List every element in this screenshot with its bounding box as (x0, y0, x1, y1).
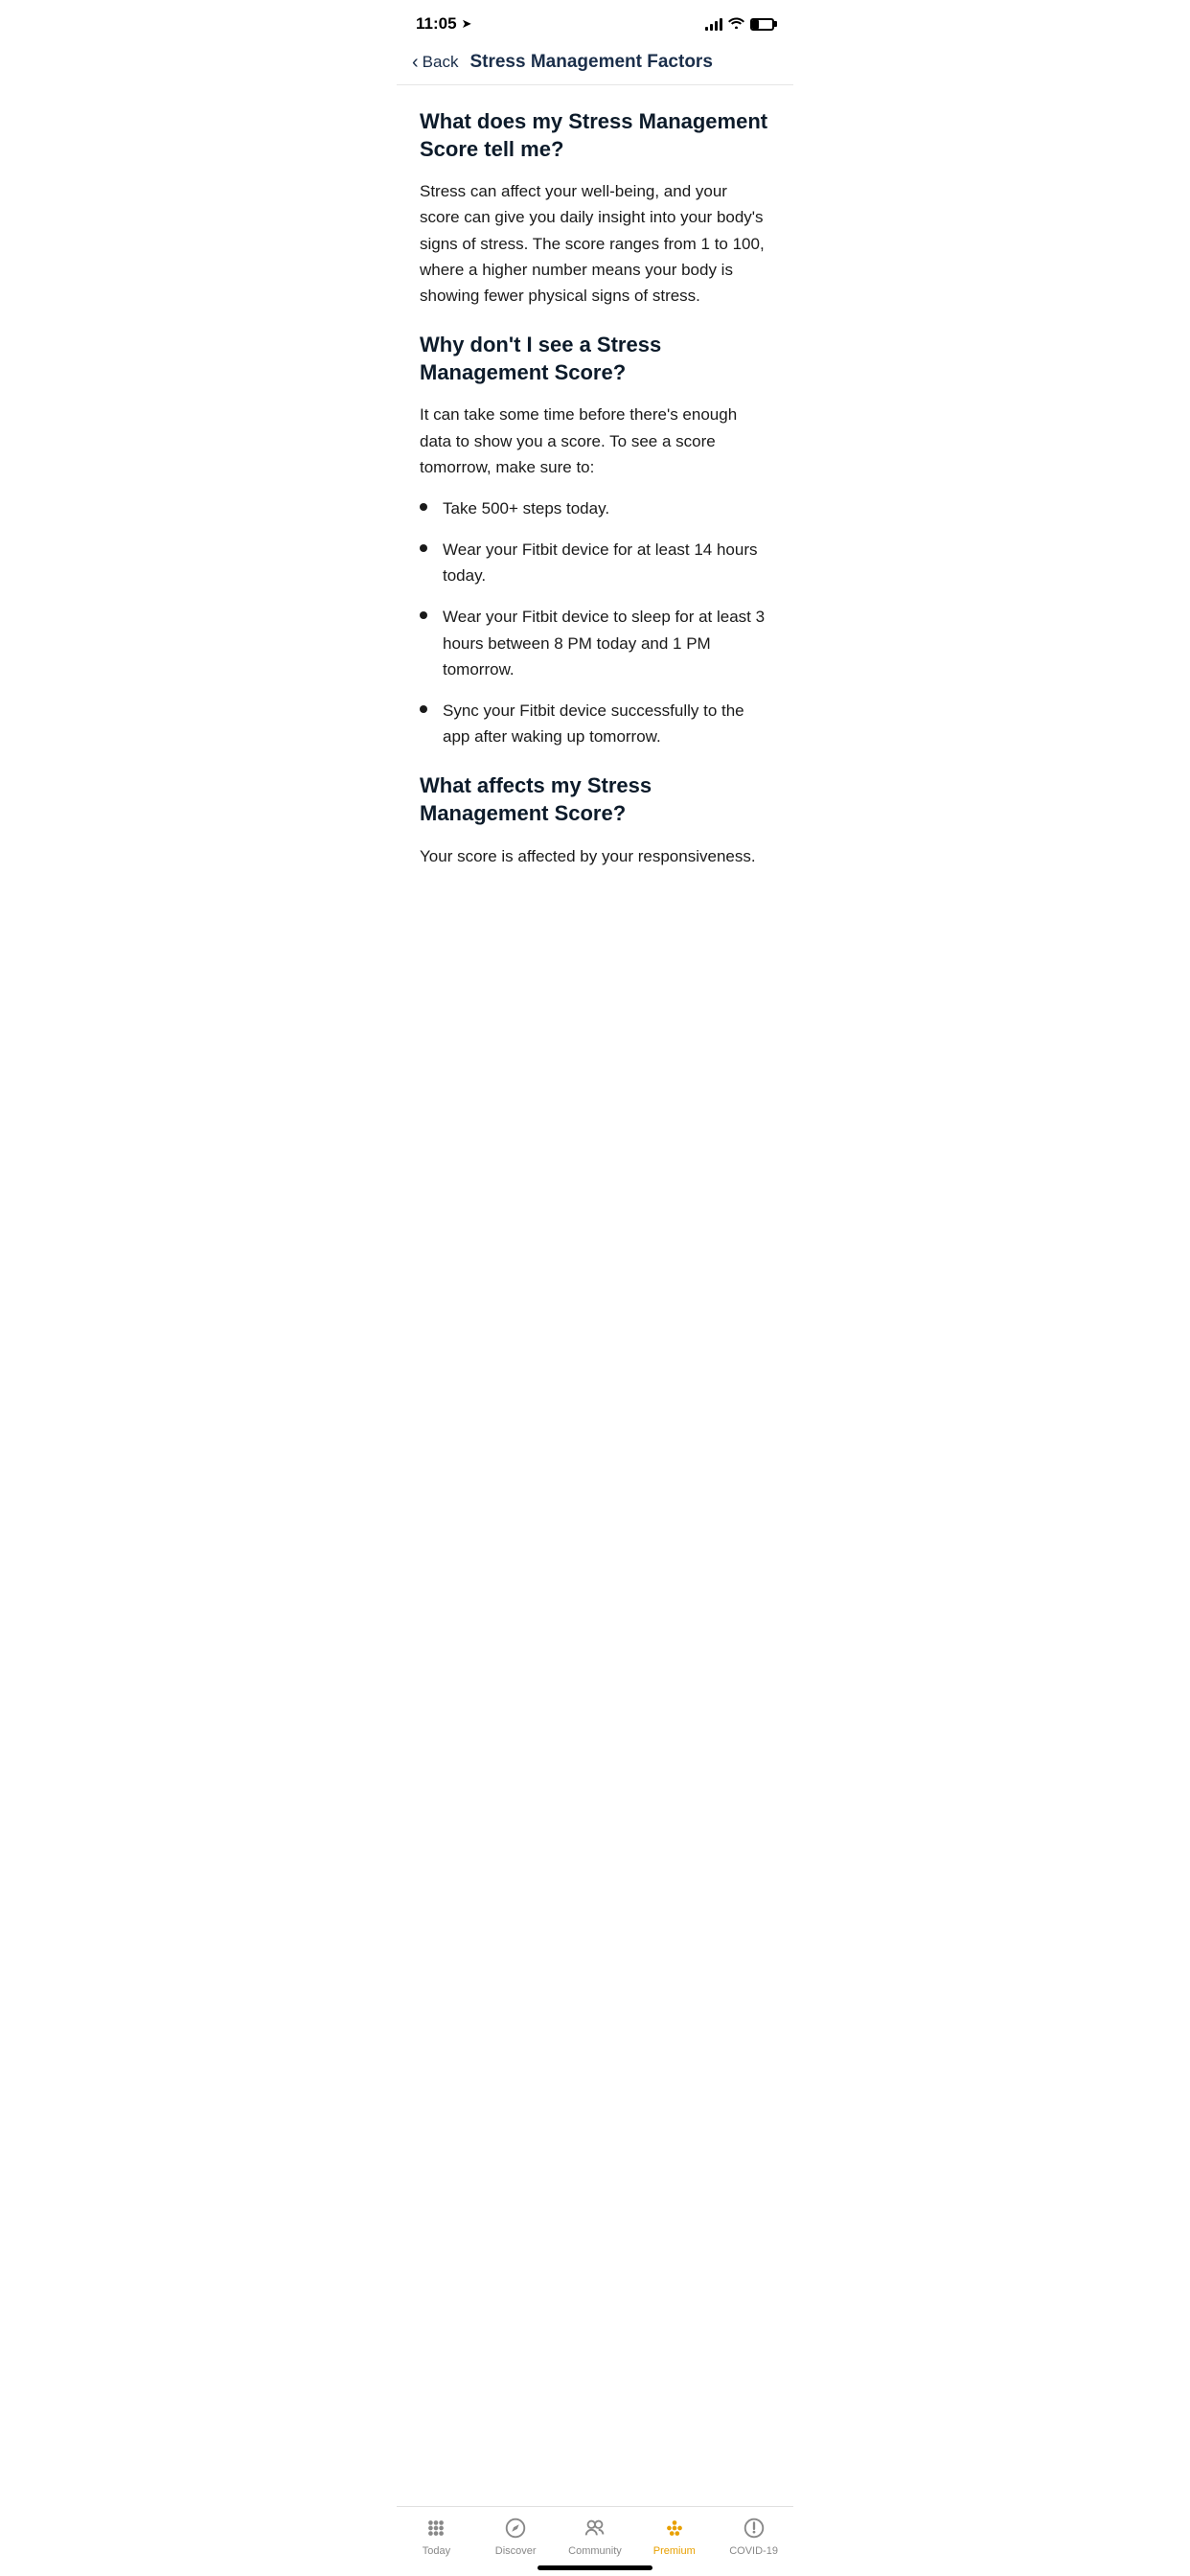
section3-truncated: Your score is affected by your responsiv… (420, 843, 770, 869)
tab-discover-label: Discover (495, 2545, 537, 2557)
bullet-text: Wear your Fitbit device for at least 14 … (443, 537, 770, 588)
bullet-list: Take 500+ steps today. Wear your Fitbit … (420, 495, 770, 750)
section1-heading: What does my Stress Management Score tel… (420, 108, 770, 163)
section3-heading: What affects my Stress Management Score? (420, 772, 770, 827)
back-button[interactable]: ‹ Back (412, 53, 458, 72)
bullet-text: Take 500+ steps today. (443, 495, 609, 521)
section1-body: Stress can affect your well-being, and y… (420, 178, 770, 309)
tab-discover[interactable]: Discover (476, 2515, 556, 2557)
section2-heading: Why don't I see a Stress Management Scor… (420, 332, 770, 386)
home-indicator (538, 2565, 652, 2570)
bullet-dot (420, 544, 427, 552)
community-icon (582, 2515, 608, 2542)
tab-community[interactable]: Community (556, 2515, 635, 2557)
list-item: Take 500+ steps today. (420, 495, 770, 521)
section2-body: It can take some time before there's eno… (420, 402, 770, 480)
wifi-icon (728, 16, 744, 33)
list-item: Wear your Fitbit device to sleep for at … (420, 604, 770, 682)
list-item: Wear your Fitbit device for at least 14 … (420, 537, 770, 588)
location-icon: ➤ (462, 16, 472, 32)
tab-covid-label: COVID-19 (729, 2545, 778, 2557)
status-icons (705, 16, 774, 33)
battery-icon (750, 18, 774, 31)
back-label: Back (423, 53, 459, 72)
back-chevron-icon: ‹ (412, 53, 419, 72)
tab-premium[interactable]: Premium (634, 2515, 714, 2557)
discover-icon (502, 2515, 529, 2542)
tab-today[interactable]: Today (397, 2515, 476, 2557)
tab-today-label: Today (423, 2545, 450, 2557)
bullet-text: Wear your Fitbit device to sleep for at … (443, 604, 770, 682)
tab-community-label: Community (568, 2545, 622, 2557)
bullet-text: Sync your Fitbit device successfully to … (443, 698, 770, 749)
tab-premium-label: Premium (653, 2545, 696, 2557)
status-time: 11:05 (416, 14, 457, 34)
bullet-dot (420, 611, 427, 619)
covid-icon (741, 2515, 767, 2542)
content-area: What does my Stress Management Score tel… (397, 85, 793, 975)
tab-covid[interactable]: COVID-19 (714, 2515, 793, 2557)
premium-icon (661, 2515, 688, 2542)
page-title: Stress Management Factors (469, 52, 712, 73)
bullet-dot (420, 503, 427, 511)
bullet-dot (420, 705, 427, 713)
nav-header: ‹ Back Stress Management Factors (397, 42, 793, 85)
today-icon (423, 2515, 449, 2542)
status-bar: 11:05 ➤ (397, 0, 793, 42)
list-item: Sync your Fitbit device successfully to … (420, 698, 770, 749)
signal-icon (705, 17, 722, 31)
